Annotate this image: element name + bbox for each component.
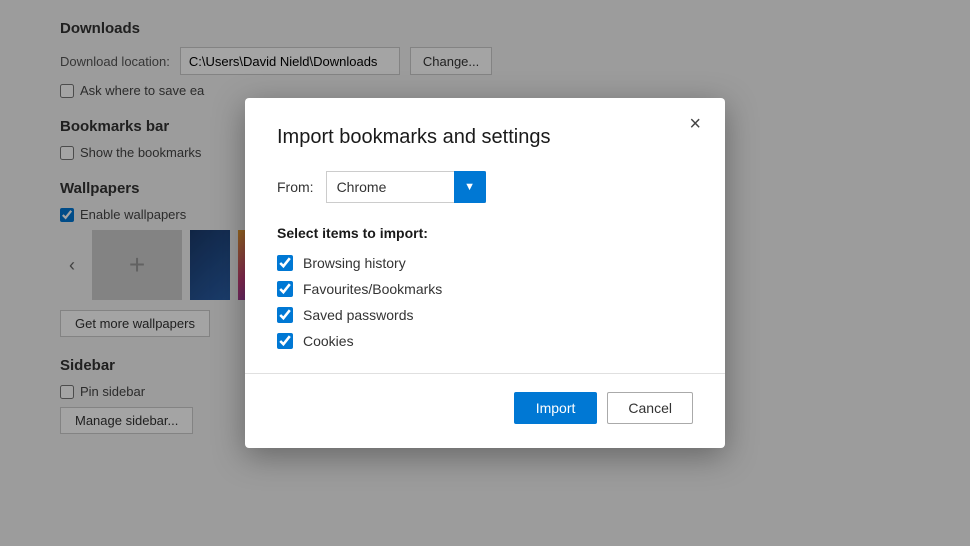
select-items-label: Select items to import: <box>277 225 693 241</box>
from-row: From: Chrome Firefox Internet Explorer B… <box>277 171 693 203</box>
cancel-button[interactable]: Cancel <box>607 392 693 424</box>
dialog-divider <box>245 373 725 374</box>
import-item-browsing-history[interactable]: Browsing history <box>277 255 693 271</box>
favourites-checkbox[interactable] <box>277 281 293 297</box>
import-items-list: Browsing history Favourites/Bookmarks Sa… <box>277 255 693 349</box>
favourites-label: Favourites/Bookmarks <box>303 281 442 297</box>
import-dialog: × Import bookmarks and settings From: Ch… <box>245 98 725 448</box>
import-item-cookies[interactable]: Cookies <box>277 333 693 349</box>
browsing-history-checkbox[interactable] <box>277 255 293 271</box>
cookies-label: Cookies <box>303 333 354 349</box>
import-item-favourites[interactable]: Favourites/Bookmarks <box>277 281 693 297</box>
dialog-title: Import bookmarks and settings <box>277 126 693 149</box>
from-label: From: <box>277 179 314 195</box>
modal-overlay: × Import bookmarks and settings From: Ch… <box>0 0 970 546</box>
import-item-passwords[interactable]: Saved passwords <box>277 307 693 323</box>
close-button[interactable]: × <box>683 112 707 136</box>
saved-passwords-checkbox[interactable] <box>277 307 293 323</box>
saved-passwords-label: Saved passwords <box>303 307 414 323</box>
import-button[interactable]: Import <box>514 392 598 424</box>
dialog-footer: Import Cancel <box>277 392 693 424</box>
from-select-wrapper: Chrome Firefox Internet Explorer Bookmar… <box>326 171 486 203</box>
browsing-history-label: Browsing history <box>303 255 406 271</box>
from-select[interactable]: Chrome Firefox Internet Explorer Bookmar… <box>326 171 486 203</box>
cookies-checkbox[interactable] <box>277 333 293 349</box>
